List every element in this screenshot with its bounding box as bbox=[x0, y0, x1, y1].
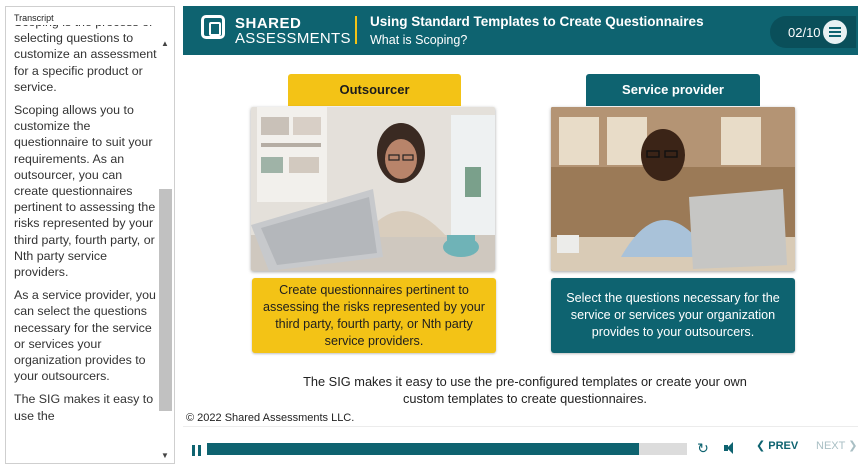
outsourcer-photo bbox=[251, 107, 495, 271]
slide-title: What is Scoping? bbox=[370, 33, 468, 47]
chevron-left-icon: ❮ bbox=[756, 440, 769, 452]
transcript-label: Transcript bbox=[14, 13, 54, 23]
page-indicator: 02/10 bbox=[770, 16, 856, 48]
pause-icon[interactable] bbox=[192, 445, 201, 456]
transcript-text: Scoping is the process of selecting ques… bbox=[14, 25, 157, 431]
transcript-paragraph: As a service provider, you can select th… bbox=[14, 288, 156, 384]
transcript-panel: Transcript Scoping is the process of sel… bbox=[5, 6, 175, 464]
progress-bar[interactable] bbox=[207, 443, 687, 455]
transcript-paragraph: The SIG makes it easy to use the bbox=[14, 392, 154, 423]
next-label: NEXT bbox=[816, 440, 846, 452]
prev-button[interactable]: ❮ PREV bbox=[756, 439, 798, 452]
page-counter: 02/10 bbox=[788, 25, 821, 40]
transcript-paragraph: Scoping allows you to customize the ques… bbox=[14, 103, 156, 280]
triangle-down-icon[interactable]: ▼ bbox=[160, 451, 170, 461]
brand-name-bottom: ASSESSMENTS bbox=[235, 30, 351, 47]
progress-fill bbox=[207, 443, 639, 455]
transcript-scrollbar[interactable]: ▲ ▼ bbox=[158, 27, 172, 461]
man-at-laptop-illustration bbox=[551, 107, 795, 271]
chevron-right-icon: ❯ bbox=[845, 440, 858, 452]
transcript-body[interactable]: Scoping is the process of selecting ques… bbox=[14, 25, 157, 461]
transcript-paragraph: Scoping is the process of selecting ques… bbox=[14, 25, 157, 94]
header-divider bbox=[355, 16, 357, 44]
player-controls: ↻ ❮ PREV NEXT ❯ bbox=[183, 426, 858, 471]
outsourcer-description: Create questionnaires pertinent to asses… bbox=[252, 278, 496, 353]
service-provider-photo bbox=[551, 107, 795, 271]
woman-at-laptop-illustration bbox=[251, 107, 495, 271]
next-button[interactable]: NEXT ❯ bbox=[816, 439, 857, 452]
shared-assessments-logo-icon bbox=[201, 15, 225, 39]
volume-icon[interactable] bbox=[724, 442, 736, 454]
outsourcer-tab: Outsourcer bbox=[288, 74, 461, 106]
replay-icon[interactable]: ↻ bbox=[696, 441, 710, 455]
course-title: Using Standard Templates to Create Quest… bbox=[370, 14, 704, 29]
service-provider-description: Select the questions necessary for the s… bbox=[551, 278, 795, 353]
service-provider-tab: Service provider bbox=[586, 74, 760, 106]
scrollbar-thumb[interactable] bbox=[159, 189, 172, 411]
copyright-notice: © 2022 Shared Assessments LLC. bbox=[186, 412, 355, 424]
prev-label: PREV bbox=[768, 440, 799, 452]
hamburger-menu-icon[interactable] bbox=[823, 20, 847, 44]
slide-summary: The SIG makes it easy to use the pre-con… bbox=[303, 374, 747, 406]
triangle-up-icon[interactable]: ▲ bbox=[160, 39, 170, 49]
course-header: SHARED ASSESSMENTS Using Standard Templa… bbox=[183, 6, 858, 55]
